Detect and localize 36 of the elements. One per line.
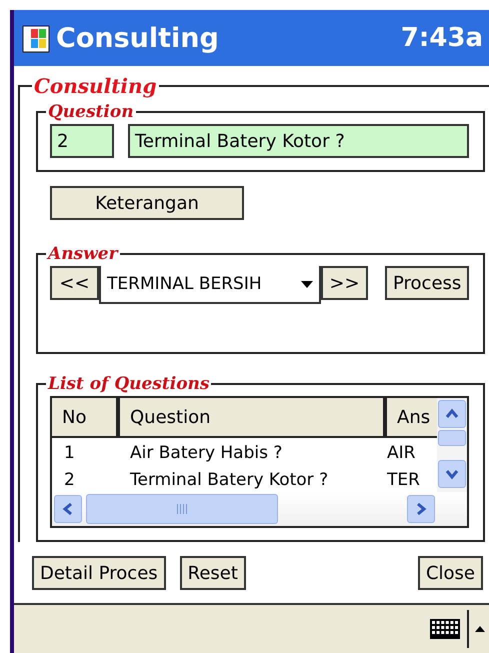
scroll-left-icon[interactable] xyxy=(54,495,82,523)
keterangan-button[interactable]: Keterangan xyxy=(50,186,244,220)
question-number-field[interactable]: 2 xyxy=(50,124,114,158)
column-header[interactable]: Ans xyxy=(387,398,437,438)
answer-dropdown[interactable]: TERMINAL BERSIH xyxy=(99,266,321,304)
horizontal-scrollbar[interactable] xyxy=(52,492,467,526)
group-title: List of Questions xyxy=(46,374,210,394)
dropdown-caret-icon xyxy=(301,280,313,288)
group-title: Answer xyxy=(46,244,120,264)
up-caret-icon[interactable] xyxy=(475,626,485,632)
table-cell-text: 2 xyxy=(63,469,76,492)
scroll-right-icon[interactable] xyxy=(407,495,435,523)
vertical-scrollbar[interactable] xyxy=(437,398,467,492)
table-cell-text: TER xyxy=(387,469,421,492)
scroll-thumb[interactable] xyxy=(86,494,278,524)
previous-button[interactable]: << xyxy=(50,266,99,300)
group-title: Question xyxy=(47,102,135,122)
column-header[interactable]: Question xyxy=(120,398,387,438)
clock-time: 7:43a xyxy=(400,23,483,53)
table-cell-text: Terminal Batery Kotor ? xyxy=(129,469,330,492)
action-button[interactable]: Reset xyxy=(180,556,246,590)
question-text-field[interactable]: Terminal Batery Kotor ? xyxy=(128,124,470,158)
scroll-up-icon[interactable] xyxy=(438,400,466,428)
keyboard-icon[interactable] xyxy=(429,618,461,640)
table-cell-text: AIR xyxy=(387,442,416,465)
scroll-thumb[interactable] xyxy=(438,430,466,446)
table-cell-text: 1 xyxy=(63,442,76,465)
action-button[interactable]: Close xyxy=(418,556,483,590)
table-cell-text: Air Batery Habis ? xyxy=(129,442,284,465)
action-button[interactable]: Detail Proces xyxy=(32,556,166,590)
next-button[interactable]: >> xyxy=(321,266,368,300)
process-button[interactable]: Process xyxy=(385,266,470,300)
column-header[interactable]: No xyxy=(52,398,120,438)
group-title: Consulting xyxy=(33,74,158,98)
scroll-down-icon[interactable] xyxy=(438,460,466,488)
window-title: Consulting xyxy=(56,22,220,54)
